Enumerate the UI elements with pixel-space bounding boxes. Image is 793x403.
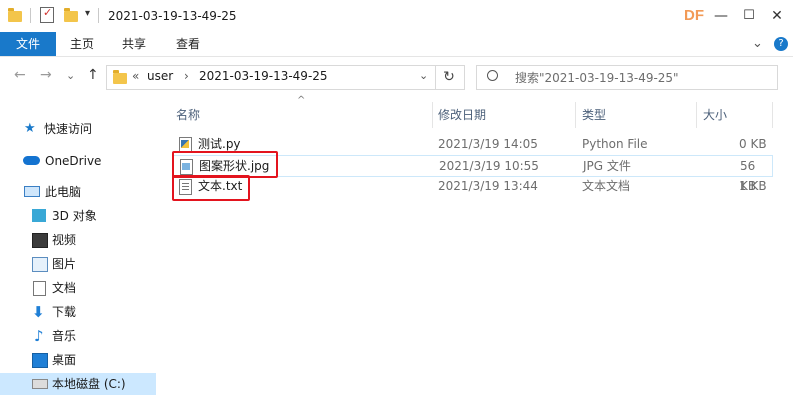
drive-icon [32, 379, 48, 389]
breadcrumb-separator[interactable]: › [184, 69, 189, 83]
picture-icon [32, 257, 48, 272]
breadcrumb-user[interactable]: user [147, 69, 173, 83]
file-modified: 2021/3/19 13:44 [438, 179, 538, 193]
column-separator[interactable] [696, 102, 697, 128]
download-icon: ⬇ [32, 303, 45, 321]
breadcrumb-current[interactable]: 2021-03-19-13-49-25 [199, 69, 328, 83]
file-size: 0 KB [739, 137, 767, 151]
overflow-chevron[interactable]: « [132, 69, 139, 83]
file-modified: 2021/3/19 10:55 [439, 159, 539, 173]
nav-documents[interactable]: 文档 [0, 277, 156, 299]
cloud-icon [23, 156, 40, 165]
document-icon [33, 281, 46, 296]
title-bar: ✓ ▾ 2021-03-19-13-49-25 DF — ☐ ✕ [0, 0, 793, 32]
file-type: Python File [582, 137, 648, 151]
properties-icon[interactable]: ✓ [40, 6, 54, 23]
search-input[interactable]: 搜索"2021-03-19-13-49-25" [476, 65, 778, 90]
star-icon: ★ [24, 121, 36, 136]
customize-toolbar-icon[interactable]: ▾ [85, 8, 90, 19]
forward-button[interactable]: → [40, 67, 52, 83]
nav-3d-objects[interactable]: 3D 对象 [0, 205, 156, 227]
cube-icon [32, 209, 46, 222]
folder-icon [8, 8, 22, 22]
minimize-button[interactable]: — [706, 4, 736, 28]
new-folder-icon[interactable] [64, 8, 78, 22]
file-type: JPG 文件 [583, 159, 631, 173]
nav-this-pc[interactable]: 此电脑 [0, 181, 156, 203]
column-separator[interactable] [432, 102, 433, 128]
column-header-type[interactable]: 类型 [582, 102, 606, 128]
tab-share[interactable]: 共享 [122, 32, 146, 56]
file-size: 1 KB [739, 179, 767, 193]
nav-quick-access[interactable]: ★ 快速访问 [0, 118, 156, 140]
nav-music[interactable]: ♪ 音乐 [0, 325, 156, 347]
desktop-icon [32, 353, 48, 368]
search-icon [487, 70, 498, 81]
nav-pictures[interactable]: 图片 [0, 253, 156, 275]
ribbon-expand-icon[interactable]: ⌄ [752, 36, 763, 51]
help-icon[interactable]: ? [774, 37, 788, 51]
window-title: 2021-03-19-13-49-25 [108, 9, 237, 23]
sort-indicator: ^ [297, 95, 306, 106]
tab-home[interactable]: 主页 [70, 32, 94, 56]
column-separator[interactable] [575, 102, 576, 128]
nav-local-disk-c[interactable]: 本地磁盘 (C:) [0, 373, 156, 395]
column-header-name[interactable]: 名称 [176, 102, 200, 128]
address-dropdown-icon[interactable]: ⌄ [419, 69, 428, 82]
column-header-size[interactable]: 大小 [703, 102, 727, 128]
address-bar[interactable]: « user › 2021-03-19-13-49-25 ⌄ [106, 65, 436, 90]
nav-desktop[interactable]: 桌面 [0, 349, 156, 371]
file-type: 文本文档 [582, 179, 631, 193]
tab-file[interactable]: 文件 [0, 32, 56, 56]
column-header-modified[interactable]: 修改日期 [438, 102, 486, 128]
divider [30, 8, 31, 23]
file-row[interactable]: 文本.txt 2021/3/19 13:44 文本文档 1 KB [173, 176, 773, 196]
nav-downloads[interactable]: ⬇ 下载 [0, 301, 156, 323]
file-modified: 2021/3/19 14:05 [438, 137, 538, 151]
up-button[interactable]: ↑ [87, 67, 99, 83]
watermark-logo: DF [684, 7, 704, 24]
tab-view[interactable]: 查看 [176, 32, 200, 56]
music-icon: ♪ [34, 327, 44, 345]
divider [98, 8, 99, 23]
folder-icon [113, 70, 127, 84]
nav-onedrive[interactable]: OneDrive [0, 150, 156, 172]
film-icon [32, 233, 48, 248]
close-button[interactable]: ✕ [762, 4, 792, 28]
column-separator[interactable] [772, 102, 773, 128]
recent-locations-icon[interactable]: ⌄ [66, 69, 75, 82]
computer-icon [24, 186, 40, 197]
refresh-button[interactable]: ↻ [434, 65, 465, 90]
search-placeholder: 搜索"2021-03-19-13-49-25" [515, 71, 679, 85]
back-button[interactable]: ← [14, 67, 26, 83]
ribbon-bar [0, 32, 793, 57]
maximize-button[interactable]: ☐ [734, 4, 764, 28]
highlight-box [172, 151, 278, 178]
highlight-box [172, 175, 250, 201]
nav-videos[interactable]: 视频 [0, 229, 156, 251]
